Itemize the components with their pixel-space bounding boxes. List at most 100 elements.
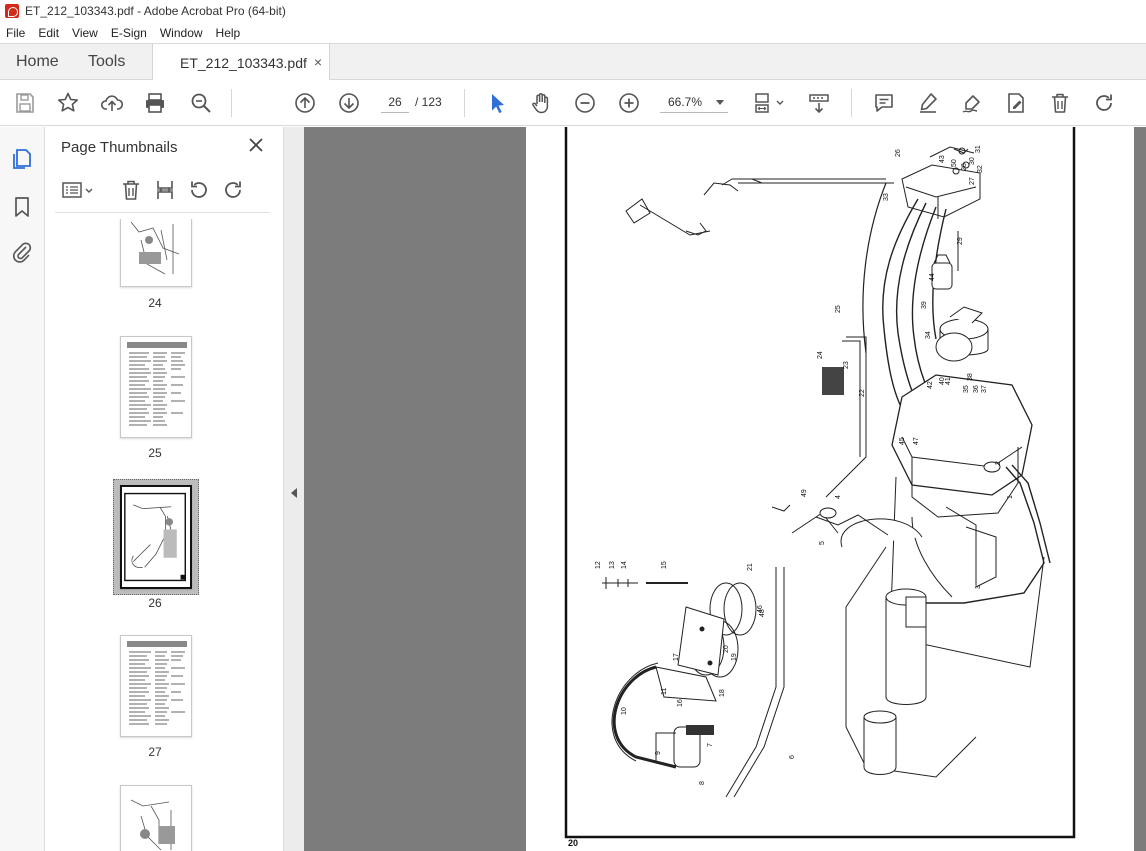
part-callout-number: 35 [963, 385, 970, 393]
page-fit-icon[interactable] [752, 91, 788, 115]
save-icon[interactable] [13, 91, 37, 115]
main-toolbar: 26 / 123 66.7% [0, 80, 1146, 126]
bookmark-star-icon[interactable] [56, 91, 80, 115]
document-right-margin [1134, 127, 1146, 851]
part-callout-number: 37 [981, 385, 988, 393]
part-callout-number: 31 [975, 145, 982, 153]
part-callout-number: 11 [661, 688, 668, 695]
part-callout-number: 7 [707, 743, 714, 747]
part-callout-number: 1 [1007, 495, 1014, 499]
part-callout-number: 42 [927, 381, 934, 389]
tab-document[interactable]: ET_212_103343.pdf × [152, 44, 330, 81]
delete-icon[interactable] [1048, 91, 1072, 115]
insert-page-icon[interactable] [153, 178, 177, 202]
exploded-parts-drawing: 123456789101112 13 14 151617181920212223242… [564, 127, 1076, 839]
part-callout-number: 17 [673, 653, 680, 661]
edit-pdf-icon[interactable] [1004, 91, 1028, 115]
hand-tool-icon[interactable] [529, 91, 553, 115]
part-callout-number: 49 [801, 489, 808, 497]
part-callout-number: 50 [951, 159, 958, 167]
thumbnail-options-icon[interactable] [61, 178, 95, 202]
part-callout-number: 30 [969, 157, 976, 165]
page-thumbnails-icon[interactable] [10, 147, 34, 171]
part-callout-number: 38 [967, 373, 974, 381]
thumbnail-label: 26 [148, 596, 162, 610]
menu-bar: File Edit View E-Sign Window Help [0, 22, 1146, 43]
part-callout-number: 28 [961, 163, 968, 171]
menu-edit[interactable]: Edit [38, 26, 59, 40]
part-callout-number: 32 [977, 165, 984, 173]
zoom-out-icon[interactable] [573, 91, 597, 115]
panel-collapse-strip[interactable] [283, 127, 304, 851]
print-icon[interactable] [143, 91, 167, 115]
part-callout-number: 5 [819, 541, 826, 545]
upload-cloud-icon[interactable] [100, 91, 124, 115]
bookmark-icon[interactable] [10, 195, 34, 219]
menu-view[interactable]: View [72, 26, 98, 40]
part-callout-number: 47 [913, 437, 920, 445]
close-panel-icon[interactable] [247, 136, 265, 154]
menu-window[interactable]: Window [160, 26, 203, 40]
thumbnail-page[interactable] [120, 336, 192, 438]
part-callout-number: 16 [677, 699, 684, 707]
document-tab-label: ET_212_103343.pdf [180, 54, 307, 71]
collapse-left-arrow-icon[interactable] [291, 488, 297, 498]
part-callout-number: 19 [731, 653, 738, 661]
rotate-cw-icon[interactable] [221, 178, 245, 202]
select-cursor-icon[interactable] [486, 91, 510, 115]
tab-home[interactable]: Home [16, 44, 59, 80]
menu-esign[interactable]: E-Sign [111, 26, 147, 40]
part-callout-number: 14 [621, 561, 628, 569]
part-callout-number: 15 [661, 561, 668, 569]
part-callout-number: 12 [595, 561, 602, 569]
thumbnail-page[interactable] [120, 635, 192, 737]
thumbnail-list: 24 25 26 27 [45, 219, 263, 851]
part-callout-number: 9 [655, 751, 662, 755]
chevron-down-icon [716, 100, 724, 105]
menu-file[interactable]: File [6, 26, 25, 40]
part-callout-number: 41 [945, 377, 952, 385]
part-callout-number: 43 [939, 155, 946, 163]
redo-icon[interactable] [1092, 91, 1116, 115]
rotate-ccw-icon[interactable] [187, 178, 211, 202]
part-callout-number: 44 [929, 273, 936, 281]
tab-tools[interactable]: Tools [88, 44, 125, 80]
thumbnails-panel: Page Thumbnails 24 25 26 27 [45, 127, 320, 851]
part-callout-number: 36 [973, 385, 980, 393]
thumbnail-page-current[interactable] [120, 485, 192, 589]
scroll-mode-icon[interactable] [807, 91, 831, 115]
sign-pen-icon[interactable] [960, 91, 984, 115]
part-callout-number: 33 [883, 193, 890, 201]
thumbnail-page[interactable] [120, 219, 192, 287]
attachment-icon[interactable] [10, 240, 34, 264]
close-tab-icon[interactable]: × [314, 54, 322, 70]
part-callout-number: 18 [719, 689, 726, 697]
part-callout-number: 10 [621, 707, 628, 715]
thumbnail-page[interactable] [120, 785, 192, 851]
document-viewport[interactable]: 1 2 3 4 5 6 7 8 9 10 11 12 13 14 15 16 17 18 19 20 21 22 23 24 2… [304, 127, 1146, 851]
zoom-level-value: 66.7% [668, 95, 703, 109]
part-callout-number: 3 [975, 585, 982, 589]
thumbnail-label: 24 [148, 296, 162, 310]
menu-help[interactable]: Help [216, 26, 241, 40]
part-callout-number: 29 [957, 237, 964, 245]
part-callout-number: 4 [835, 495, 842, 499]
part-callout-number: 34 [925, 331, 932, 339]
window-title: ET_212_103343.pdf - Adobe Acrobat Pro (6… [25, 4, 286, 18]
panel-title: Page Thumbnails [61, 139, 178, 156]
zoom-search-icon[interactable] [189, 91, 213, 115]
comment-icon[interactable] [872, 91, 896, 115]
page-number-input[interactable]: 26 [381, 91, 409, 113]
page-up-icon[interactable] [293, 91, 317, 115]
pdf-page: 1 2 3 4 5 6 7 8 9 10 11 12 13 14 15 16 17 18 19 20 21 22 23 24 2… [526, 127, 1134, 851]
zoom-in-icon[interactable] [617, 91, 641, 115]
delete-page-icon[interactable] [119, 178, 143, 202]
page-footer-number: 20 [568, 838, 579, 848]
left-rail [0, 127, 45, 851]
part-callout-number: 2 [995, 461, 1002, 465]
zoom-level-dropdown[interactable]: 66.7% [660, 91, 728, 113]
thumbnail-label: 25 [148, 446, 162, 460]
part-callout-number: 22 [859, 389, 866, 397]
page-down-icon[interactable] [337, 91, 361, 115]
highlight-pen-icon[interactable] [916, 91, 940, 115]
